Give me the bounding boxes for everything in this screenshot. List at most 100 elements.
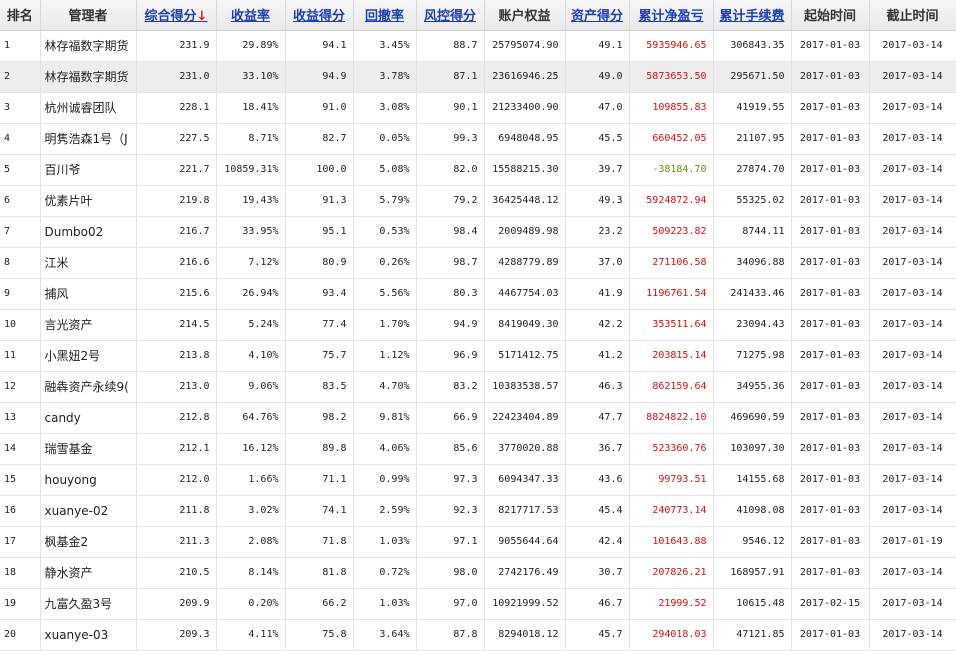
table-row[interactable]: 20 xuanye-03 209.3 4.11% 75.8 3.64% 87.8 829401… (0, 619, 956, 651)
start-time-cell: 2017-01-03 (791, 216, 870, 248)
manager-name-cell: xuanye-03 (40, 619, 137, 651)
drawdown-cell: 1.12% (353, 340, 417, 372)
asset-score-cell: 45.4 (565, 495, 630, 527)
drawdown-cell: 4.06% (353, 433, 417, 465)
equity-cell: 4467754.03 (484, 278, 566, 310)
header-sort-return-score[interactable]: 收益得分 (285, 0, 354, 31)
risk-score-cell: 85.6 (416, 433, 485, 465)
end-time-cell: 2017-03-14 (869, 185, 956, 217)
asset-score-cell: 42.2 (565, 309, 630, 341)
table-row[interactable]: 9 捕风 215.6 26.94% 93.4 5.56% 80.3 4467754.03 41.… (0, 278, 956, 310)
return-rate-cell: 7.12% (216, 247, 286, 279)
end-time-cell: 2017-01-19 (869, 526, 956, 558)
rank-cell: 10 (0, 309, 41, 341)
net-pl-cell: 203815.14 (629, 340, 714, 372)
table-row[interactable]: 8 江米 216.6 7.12% 80.9 0.26% 98.7 4288779.89 37.0… (0, 247, 956, 279)
start-time-cell: 2017-01-03 (791, 340, 870, 372)
net-pl-cell: 99793.51 (629, 464, 714, 496)
header-sort-fees[interactable]: 累计手续费 (713, 0, 792, 31)
table-row[interactable]: 19 九富久盈3号 209.9 0.20% 66.2 1.03% 97.0 10921999.… (0, 588, 956, 620)
header-sort-drawdown[interactable]: 回撤率 (353, 0, 417, 31)
fees-cell: 295671.50 (713, 61, 792, 93)
total-score-cell: 214.5 (136, 309, 217, 341)
header-sort-total-score[interactable]: 综合得分↓ (136, 0, 217, 31)
table-row[interactable]: 3 杭州诚睿团队 228.1 18.41% 91.0 3.08% 90.1 21233400.… (0, 92, 956, 124)
fees-cell: 47121.85 (713, 619, 792, 651)
manager-name-cell: 杭州诚睿团队 (40, 92, 137, 124)
start-time-cell: 2017-01-03 (791, 526, 870, 558)
table-row[interactable]: 13 candy 212.8 64.76% 98.2 9.81% 66.9 22423404.… (0, 402, 956, 434)
total-score-cell: 228.1 (136, 92, 217, 124)
end-time-cell: 2017-03-14 (869, 247, 956, 279)
table-row[interactable]: 14 瑞雪基金 212.1 16.12% 89.8 4.06% 85.6 3770020.88… (0, 433, 956, 465)
start-time-cell: 2017-01-03 (791, 154, 870, 186)
header-sort-risk-score[interactable]: 风控得分 (416, 0, 485, 31)
return-score-cell: 77.4 (285, 309, 354, 341)
end-time-cell: 2017-03-14 (869, 309, 956, 341)
return-rate-cell: 8.71% (216, 123, 286, 155)
net-pl-cell: 271106.58 (629, 247, 714, 279)
rank-cell: 15 (0, 464, 41, 496)
drawdown-cell: 9.81% (353, 402, 417, 434)
risk-score-cell: 99.3 (416, 123, 485, 155)
return-rate-cell: 33.95% (216, 216, 286, 248)
start-time-cell: 2017-01-03 (791, 402, 870, 434)
rank-cell: 16 (0, 495, 41, 527)
manager-name-cell: candy (40, 402, 137, 434)
asset-score-cell: 39.7 (565, 154, 630, 186)
start-time-cell: 2017-01-03 (791, 123, 870, 155)
equity-cell: 3770020.88 (484, 433, 566, 465)
header-sort-net-pl[interactable]: 累计净盈亏 (629, 0, 714, 31)
drawdown-cell: 1.03% (353, 588, 417, 620)
risk-score-cell: 92.3 (416, 495, 485, 527)
end-time-cell: 2017-03-14 (869, 464, 956, 496)
net-pl-cell: 862159.64 (629, 371, 714, 403)
return-score-cell: 89.8 (285, 433, 354, 465)
table-row[interactable]: 18 静水资产 210.5 8.14% 81.8 0.72% 98.0 2742176.49 3… (0, 557, 956, 589)
return-score-cell: 80.9 (285, 247, 354, 279)
table-row[interactable]: 15 houyong 212.0 1.66% 71.1 0.99% 97.3 6094347.… (0, 464, 956, 496)
drawdown-cell: 1.03% (353, 526, 417, 558)
end-time-cell: 2017-03-14 (869, 123, 956, 155)
manager-name-cell: 江米 (40, 247, 137, 279)
asset-score-cell: 46.7 (565, 588, 630, 620)
table-row[interactable]: 11 小黑妞2号 213.8 4.10% 75.7 1.12% 96.9 5171412.75… (0, 340, 956, 372)
drawdown-cell: 3.64% (353, 619, 417, 651)
header-sort-asset-score[interactable]: 资产得分 (565, 0, 630, 31)
risk-score-cell: 97.3 (416, 464, 485, 496)
manager-name-cell: 枫基金2 (40, 526, 137, 558)
equity-cell: 8217717.53 (484, 495, 566, 527)
risk-score-cell: 97.0 (416, 588, 485, 620)
risk-score-cell: 80.3 (416, 278, 485, 310)
risk-score-cell: 94.9 (416, 309, 485, 341)
manager-name-cell: 融犇资产永续9( (40, 371, 137, 403)
table-row[interactable]: 12 融犇资产永续9(213.0 9.06% 83.5 4.70% 83.2 1038353… (0, 371, 956, 403)
total-score-cell: 209.3 (136, 619, 217, 651)
asset-score-cell: 49.3 (565, 185, 630, 217)
header-sort-return-rate[interactable]: 收益率 (216, 0, 286, 31)
table-row[interactable]: 10 言光资产 214.5 5.24% 77.4 1.70% 94.9 8419049.30 4… (0, 309, 956, 341)
rank-cell: 1 (0, 30, 41, 62)
end-time-cell: 2017-03-14 (869, 92, 956, 124)
table-row[interactable]: 5 百川爷 221.7 10859.31% 100.0 5.08% 82.0 15588215… (0, 154, 956, 186)
table-row[interactable]: 16 xuanye-02 211.8 3.02% 74.1 2.59% 92.3 821771… (0, 495, 956, 527)
risk-score-cell: 87.8 (416, 619, 485, 651)
table-row[interactable]: 17 枫基金2 211.3 2.08% 71.8 1.03% 97.1 9055644.64 4… (0, 526, 956, 558)
equity-cell: 8294018.12 (484, 619, 566, 651)
rank-cell: 5 (0, 154, 41, 186)
table-row[interactable]: 7 Dumbo02 216.7 33.95% 95.1 0.53% 98.4 2009489.… (0, 216, 956, 248)
header-manager: 管理者 (40, 0, 137, 31)
table-row[interactable]: 2 林存福数字期货 231.0 33.10% 94.9 3.78% 87.1 23616946… (0, 61, 956, 93)
table-row[interactable]: 4 明隽浩森1号（J 227.5 8.71% 82.7 0.05% 99.3 6948048.… (0, 123, 956, 155)
table-row[interactable]: 6 优素片叶 219.8 19.43% 91.3 5.79% 79.2 36425448.12… (0, 185, 956, 217)
asset-score-cell: 36.7 (565, 433, 630, 465)
table-row[interactable]: 1 林存福数字期货 231.9 29.89% 94.1 3.45% 88.7 25795074… (0, 30, 956, 62)
equity-cell: 10921999.52 (484, 588, 566, 620)
net-pl-cell: 5873653.50 (629, 61, 714, 93)
manager-name-cell: houyong (40, 464, 137, 496)
return-rate-cell: 1.66% (216, 464, 286, 496)
drawdown-cell: 2.59% (353, 495, 417, 527)
manager-name-cell: Dumbo02 (40, 216, 137, 248)
asset-score-cell: 41.9 (565, 278, 630, 310)
rank-cell: 19 (0, 588, 41, 620)
